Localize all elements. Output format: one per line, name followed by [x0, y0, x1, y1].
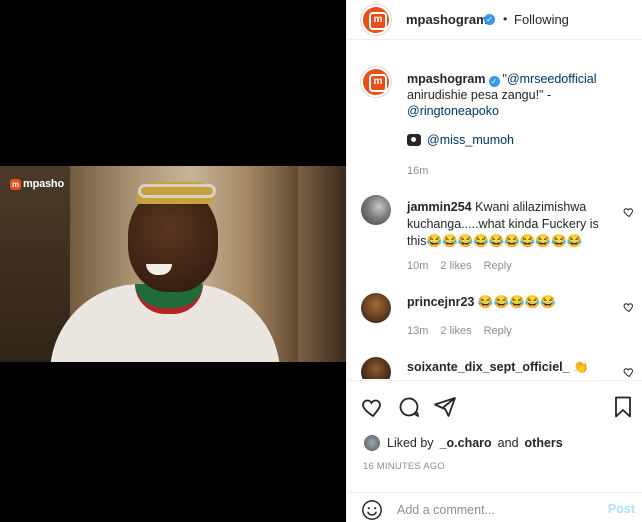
comment-reply-button[interactable]: Reply: [484, 260, 512, 272]
sunglasses: [138, 184, 216, 198]
comment-bubble-icon[interactable]: [397, 395, 421, 419]
background-curtain: [298, 166, 346, 362]
like-heart-icon[interactable]: [361, 395, 385, 419]
liker-username[interactable]: _o.charo: [440, 436, 492, 450]
author-username[interactable]: mpashogram: [406, 12, 488, 27]
watermark-text: mpasho: [23, 178, 64, 190]
comment-avatar[interactable]: [361, 357, 391, 379]
verified-badge-icon: ✓: [484, 14, 495, 25]
add-comment-bar: Post: [347, 492, 642, 522]
comment-like-heart-icon[interactable]: [623, 366, 635, 378]
credit-mention[interactable]: @miss_mumoh: [427, 133, 514, 147]
comment-time[interactable]: 10m: [407, 260, 428, 272]
emoji-smiley-icon[interactable]: [361, 499, 383, 521]
caption-verified-icon: ✓: [488, 76, 500, 87]
comment-username[interactable]: soixante_dix_sept_officiel_: [407, 360, 570, 374]
caption-avatar[interactable]: [361, 67, 391, 97]
save-bookmark-icon[interactable]: [611, 395, 635, 419]
comment-meta: 13m 2 likes Reply: [407, 325, 512, 337]
liked-by-prefix: Liked by: [387, 436, 434, 450]
caption-username[interactable]: mpashogram: [407, 72, 486, 86]
comment-avatar[interactable]: [361, 293, 391, 323]
comment-body: 😂😂😂😂😂: [477, 295, 556, 309]
mpasho-watermark: m mpasho: [10, 178, 64, 190]
liker-avatar[interactable]: [363, 434, 381, 452]
caption-body: anirudishie pesa zangu!" -: [407, 88, 552, 102]
video-frame[interactable]: [0, 166, 346, 362]
comment-username[interactable]: princejnr23: [407, 295, 474, 309]
caption-mention-mrseed[interactable]: @mrseedofficial: [507, 72, 597, 86]
liked-by: Liked by _o.charo and others: [363, 434, 563, 452]
comment-avatar[interactable]: [361, 195, 391, 225]
camera-icon: [407, 134, 421, 146]
author-avatar[interactable]: [361, 5, 391, 35]
liked-by-and: and: [497, 436, 519, 450]
comments-list[interactable]: mpashogram✓"@mrseedofficial anirudishie …: [347, 41, 642, 379]
caption-text: mpashogram ✓ "@mrseedofficial anirudishie …: [407, 71, 627, 119]
caption-time[interactable]: 16m: [407, 165, 428, 177]
post-actions: Liked by _o.charo and others 16 MINUTES …: [347, 380, 642, 520]
caption-credit: @miss_mumoh: [407, 133, 514, 147]
comment-text: soixante_dix_sept_officiel_ 👏: [407, 359, 617, 376]
share-paper-plane-icon[interactable]: [433, 395, 457, 419]
comment-like-heart-icon[interactable]: [623, 301, 635, 313]
post-comment-button[interactable]: Post: [608, 502, 635, 516]
mpasho-logo-icon: m: [10, 178, 21, 190]
post-panel: mpashogram ✓ • Following mpashogram✓"@mr…: [346, 0, 642, 522]
post-media[interactable]: m mpasho: [0, 0, 346, 522]
comment-text: jammin254 Kwani alilazimishwa kuchanga..…: [407, 199, 617, 250]
comment-reply-button[interactable]: Reply: [484, 325, 512, 337]
posted-time[interactable]: 16 MINUTES AGO: [363, 461, 445, 472]
comment-username[interactable]: jammin254: [407, 200, 472, 214]
comment-like-heart-icon[interactable]: [623, 206, 635, 218]
following-button[interactable]: Following: [514, 12, 569, 27]
comment-likes-count[interactable]: 2 likes: [440, 325, 471, 337]
post-header: mpashogram ✓ • Following: [347, 0, 642, 40]
comment-meta: 10m 2 likes Reply: [407, 260, 512, 272]
comment-time[interactable]: 13m: [407, 325, 428, 337]
header-separator: •: [503, 12, 508, 26]
comment-text: princejnr23 😂😂😂😂😂: [407, 294, 617, 311]
liked-by-others[interactable]: others: [525, 436, 563, 450]
caption-mention-ringtone[interactable]: @ringtoneapoko: [407, 104, 499, 118]
comment-likes-count[interactable]: 2 likes: [440, 260, 471, 272]
comment-body: 👏: [573, 360, 589, 374]
comment-input[interactable]: [397, 501, 587, 519]
